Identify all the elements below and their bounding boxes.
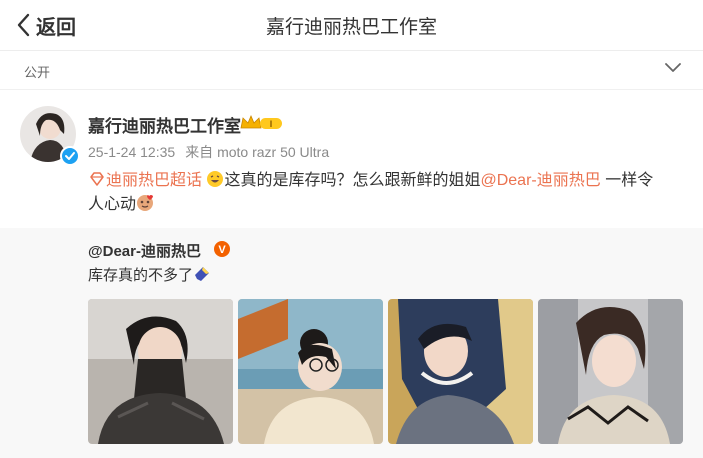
repost-text: 库存真的不多了 <box>88 264 211 285</box>
photo-3[interactable] <box>388 299 533 444</box>
visibility-row[interactable]: 公开 <box>0 51 703 90</box>
verified-check-icon <box>60 146 80 166</box>
repost-author[interactable]: @Dear-迪丽热巴 <box>88 240 201 261</box>
mention-link[interactable]: @Dear-迪丽热巴 <box>480 172 600 189</box>
post-text-line2: 人心动 <box>88 196 137 213</box>
post-author-name[interactable]: 嘉行迪丽热巴工作室 <box>88 112 241 137</box>
photo-4[interactable] <box>538 299 683 444</box>
post-meta: 25-1-24 12:35 来自 moto razr 50 Ultra <box>88 142 329 162</box>
diamond-topic-icon <box>88 172 106 189</box>
photo-2[interactable] <box>238 299 383 444</box>
post-text-part2: 一样令 <box>600 172 654 189</box>
laughing-emoji-icon <box>206 171 224 189</box>
crown-badge-icon[interactable]: I <box>240 114 284 137</box>
flashlight-emoji-icon <box>193 267 211 284</box>
visibility-label: 公开 <box>24 65 51 80</box>
post-text-part1: 这真的是库存吗？怎么跟新鲜的姐姐 <box>224 172 481 189</box>
repost-text-content: 库存真的不多了 <box>88 267 194 284</box>
repost-card[interactable]: @Dear-迪丽热巴 V 库存真的不多了 <box>0 228 703 458</box>
svg-text:I: I <box>270 119 273 129</box>
svg-text:V: V <box>218 244 226 256</box>
topic-link[interactable]: 迪丽热巴超话 <box>106 172 202 189</box>
avatar[interactable] <box>20 106 80 166</box>
post-text: 迪丽热巴超话 这真的是库存吗？怎么跟新鲜的姐姐@Dear-迪丽热巴 一样令 人心… <box>88 169 684 217</box>
page-title: 嘉行迪丽热巴工作室 <box>265 17 437 38</box>
photo-1[interactable] <box>88 299 233 444</box>
chevron-down-icon[interactable] <box>665 63 681 73</box>
verified-orange-icon: V <box>214 241 230 257</box>
post-time[interactable]: 25-1-24 12:35 <box>88 144 175 160</box>
heart-face-emoji-icon <box>136 195 154 213</box>
top-bar: 返回 嘉行迪丽热巴工作室 <box>0 0 703 51</box>
post-source: 来自 moto razr 50 Ultra <box>185 144 330 160</box>
